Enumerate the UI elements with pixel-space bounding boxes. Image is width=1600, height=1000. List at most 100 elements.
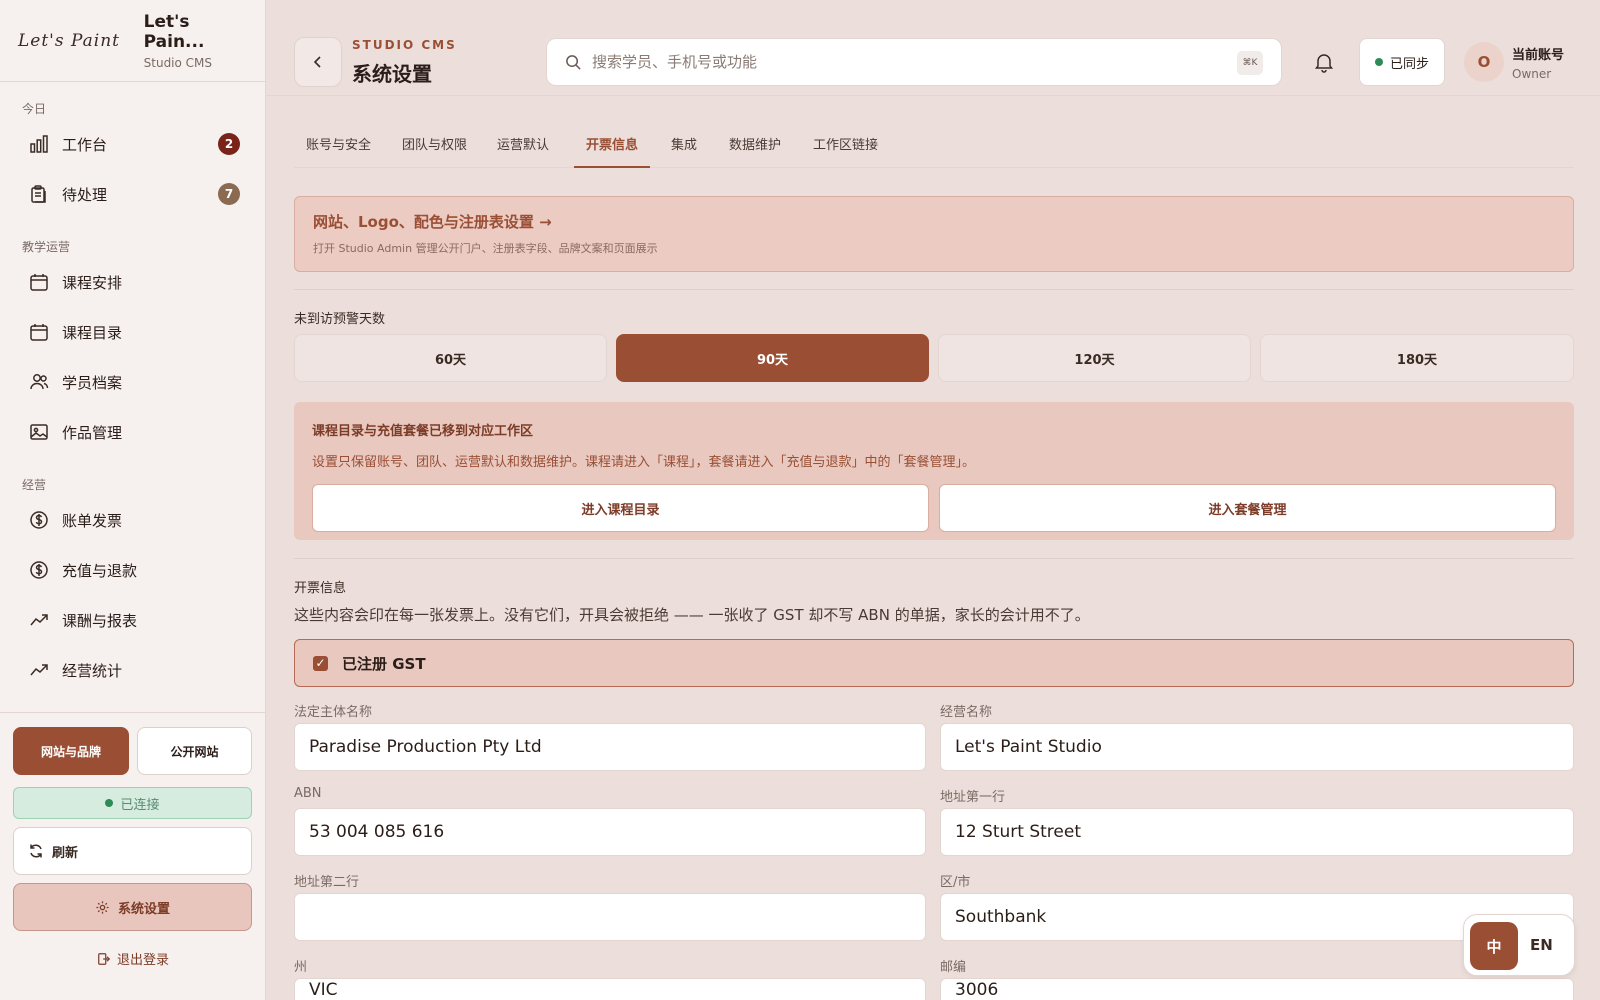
postcode-field[interactable] — [940, 978, 1574, 1000]
brand-settings-link[interactable]: 网站、Logo、配色与注册表设置 → 打开 Studio Admin 管理公开门… — [294, 196, 1574, 272]
field-label-trading-name: 经营名称 — [940, 705, 993, 720]
abn-field[interactable] — [294, 808, 926, 856]
trend-icon — [28, 609, 50, 631]
lang-zh-button[interactable]: 中 — [1470, 922, 1518, 970]
trend-icon — [28, 659, 50, 681]
field-label-postcode: 邮编 — [940, 960, 967, 975]
alert-days-option-90[interactable]: 90天 — [616, 334, 929, 382]
alert-days-option-60[interactable]: 60天 — [294, 334, 607, 382]
field-label-abn: ABN — [294, 786, 322, 801]
section-label-today: 今日 — [22, 102, 47, 116]
search-input[interactable] — [592, 53, 1192, 71]
dollar-icon — [28, 559, 50, 581]
tab-invoicing[interactable]: 开票信息 — [574, 120, 651, 168]
settings-tabs: 账号与安全 团队与权限 运营默认 开票信息 集成 数据维护 工作区链接 — [294, 120, 1574, 168]
sidebar-item-label: 学员档案 — [62, 373, 123, 392]
alert-days-option-120[interactable]: 120天 — [938, 334, 1251, 382]
invoice-description: 这些内容会印在每一张发票上。没有它们，开具会被拒绝 —— 一张收了 GST 却不… — [294, 606, 1090, 624]
logout-label: 退出登录 — [116, 953, 169, 968]
moved-notice: 课程目录与充值套餐已移到对应工作区 设置只保留账号、团队、运营默认和数据维护。课… — [294, 402, 1574, 540]
back-button[interactable] — [294, 37, 342, 87]
sidebar-item-topup-refund[interactable]: 充值与退款 — [12, 548, 252, 592]
sidebar-item-payroll-reports[interactable]: 课酬与报表 — [12, 598, 252, 642]
sidebar-item-business-stats[interactable]: 经营统计 — [12, 648, 252, 692]
tab-operations-defaults[interactable]: 运营默认 — [485, 120, 561, 168]
sidebar-item-invoices[interactable]: 账单发票 — [12, 498, 252, 542]
sidebar-item-label: 课程目录 — [62, 323, 123, 342]
go-course-catalog-button[interactable]: 进入课程目录 — [312, 484, 929, 532]
site-brand-button[interactable]: 网站与品牌 — [13, 727, 129, 775]
divider — [294, 558, 1574, 559]
sidebar-item-dashboard[interactable]: 工作台 2 — [12, 122, 252, 166]
brand-sub: Studio CMS — [143, 55, 213, 70]
field-label-state: 州 — [294, 960, 308, 975]
address-line2-field[interactable] — [294, 893, 926, 941]
lang-en-button[interactable]: EN — [1530, 936, 1553, 954]
avatar[interactable]: O — [1464, 42, 1504, 82]
tab-team-permissions[interactable]: 团队与权限 — [390, 120, 479, 168]
sidebar-item-label: 工作台 — [62, 135, 108, 154]
sidebar-item-schedule[interactable]: 课程安排 — [12, 260, 252, 304]
public-site-button[interactable]: 公开网站 — [137, 727, 252, 775]
sync-status[interactable]: 已同步 — [1359, 38, 1445, 86]
bell-icon[interactable] — [1312, 50, 1338, 76]
notice-title: 课程目录与充值套餐已移到对应工作区 — [312, 424, 534, 439]
field-label-address1: 地址第一行 — [940, 790, 1006, 805]
alert-days-option-180[interactable]: 180天 — [1260, 334, 1574, 382]
search-bar: ⌘K — [546, 38, 1282, 86]
clipboard-icon — [28, 183, 50, 205]
settings-button[interactable]: 系统设置 — [13, 883, 252, 931]
sidebar-item-artworks[interactable]: 作品管理 — [12, 410, 252, 454]
legal-name-field[interactable] — [294, 723, 926, 771]
logout-icon — [97, 952, 111, 966]
field-label-legal-name: 法定主体名称 — [294, 705, 373, 720]
state-field[interactable] — [294, 978, 926, 1000]
sidebar-item-label: 经营统计 — [62, 661, 123, 680]
sidebar-item-label: 充值与退款 — [62, 561, 138, 580]
sync-label: 已同步 — [1389, 56, 1429, 72]
sidebar-item-students[interactable]: 学员档案 — [12, 360, 252, 404]
invoice-section-label: 开票信息 — [294, 581, 347, 596]
divider — [294, 289, 1574, 290]
sidebar-nav: 今日 工作台 2 待处理 7 教学运营 课程安排 课程目录 学员档案 作品管理 … — [0, 82, 266, 712]
address-line1-field[interactable] — [940, 808, 1574, 856]
badge-count: 7 — [218, 183, 240, 205]
sidebar-item-label: 课酬与报表 — [62, 611, 138, 630]
tab-integrations[interactable]: 集成 — [659, 120, 709, 168]
sidebar-item-label: 待处理 — [62, 185, 108, 204]
tab-workspace-links[interactable]: 工作区链接 — [801, 120, 890, 168]
tab-account-security[interactable]: 账号与安全 — [294, 120, 383, 168]
status-dot — [105, 799, 114, 807]
dollar-icon — [28, 509, 50, 531]
connection-status-label: 已连接 — [120, 797, 160, 813]
page-eyebrow: STUDIO CMS — [352, 38, 457, 52]
tab-data-maintenance[interactable]: 数据维护 — [717, 120, 793, 168]
badge-count: 2 — [218, 133, 240, 155]
page-title: 系统设置 — [352, 62, 432, 86]
checkmark-icon: ✓ — [313, 655, 328, 671]
logout-button[interactable]: 退出登录 — [0, 949, 266, 968]
status-dot — [1374, 58, 1383, 66]
brand-header: Let's Paint Let's Pain... Studio CMS — [0, 0, 265, 82]
bar-chart-icon — [28, 133, 50, 155]
notice-text: 设置只保留账号、团队、运营默认和数据维护。课程请进入「课程」，套餐请进入「充值与… — [312, 455, 976, 470]
field-label-suburb: 区/市 — [940, 875, 971, 890]
trading-name-field[interactable] — [940, 723, 1574, 771]
refresh-icon — [28, 843, 44, 859]
sidebar-item-catalog[interactable]: 课程目录 — [12, 310, 252, 354]
go-package-management-button[interactable]: 进入套餐管理 — [939, 484, 1556, 532]
section-label-business: 经营 — [22, 478, 47, 492]
sidebar-item-label: 账单发票 — [62, 511, 123, 530]
refresh-button[interactable]: 刷新 — [13, 827, 252, 875]
section-label-teaching: 教学运营 — [22, 240, 71, 254]
sidebar-item-pending[interactable]: 待处理 7 — [12, 172, 252, 216]
gst-registered-checkbox[interactable]: ✓ 已注册 GST — [294, 639, 1574, 687]
top-header: STUDIO CMS 系统设置 ⌘K 已同步 O 当前账号 Owner — [266, 0, 1600, 96]
image-icon — [28, 421, 50, 443]
gst-label: 已注册 GST — [342, 654, 426, 673]
account-role: Owner — [1512, 67, 1552, 81]
sidebar-item-label: 作品管理 — [62, 423, 123, 442]
settings-label: 系统设置 — [117, 901, 170, 917]
account-info[interactable]: 当前账号 Owner — [1512, 44, 1564, 81]
shortcut-hint: ⌘K — [1237, 51, 1263, 75]
